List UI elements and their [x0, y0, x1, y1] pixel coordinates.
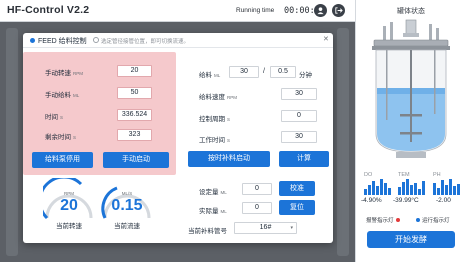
feed-amount-input[interactable]: 30 — [229, 66, 259, 78]
calculate-button[interactable]: 计算 — [279, 151, 329, 167]
feed-separator: / — [263, 68, 265, 75]
work-time-input[interactable]: 30 — [281, 131, 317, 143]
alarm-indicator-label: 报警指示灯 — [366, 218, 394, 224]
do-value: -4.90% — [361, 197, 382, 204]
speed-gauge-caption: 当前转速 — [56, 223, 82, 230]
app-header: HF-Control V2.2 Running time 00:00:00 — [0, 0, 355, 22]
current-pipe-value: 16# — [259, 224, 272, 231]
feed-pump-stop-button[interactable]: 给料泵停用 — [32, 152, 93, 168]
close-icon[interactable]: ✕ — [323, 36, 329, 43]
time-label: 时间 S — [45, 114, 64, 121]
remaining-time-label: 剩余时间 S — [45, 134, 77, 141]
manual-start-button[interactable]: 手动启动 — [103, 152, 169, 168]
setpoint-label: 设定量 ML — [199, 189, 227, 196]
feed-speed-input[interactable]: 30 — [281, 88, 317, 100]
tem-trend-bars — [398, 177, 425, 195]
manual-speed-input[interactable]: 20 — [117, 65, 152, 77]
feed-minutes-unit: 分钟 — [299, 72, 312, 79]
info-icon — [93, 37, 99, 43]
ph-trend-bars — [433, 177, 460, 195]
speed-gauge-unit: RPM — [64, 191, 74, 196]
manual-feed-label: 手动给料 ML — [45, 92, 80, 99]
setpoint-input[interactable]: 0 — [242, 183, 272, 195]
tem-value: -39.99°C — [393, 197, 419, 204]
manual-speed-label: 手动转速 RPM — [45, 70, 83, 77]
feed-speed-label: 给料速度 RPM — [199, 94, 237, 101]
time-value: 336.524 — [117, 109, 152, 121]
flow-gauge-value: 0.15 — [111, 197, 143, 214]
background-tile — [6, 28, 18, 256]
speed-gauge-value: 20 — [60, 197, 78, 214]
logout-icon[interactable] — [332, 4, 345, 17]
dialog-title: FEED 给料控制 — [38, 38, 87, 45]
flow-gauge-unit: ML/S — [121, 191, 133, 196]
background-tile — [337, 28, 349, 256]
actual-value: 0 — [242, 202, 272, 214]
flow-gauge-caption: 当前流速 — [114, 223, 140, 230]
dialog-hint: 选定管径接管位置，即可切换流速。 — [101, 39, 190, 45]
run-indicator-dot-icon — [416, 218, 420, 222]
run-indicator-label: 运行指示灯 — [422, 218, 450, 224]
feed-label: 给料 ML — [199, 72, 221, 79]
dialog-header: FEED 给料控制 选定管径接管位置，即可切换流速。 ✕ — [23, 33, 333, 48]
dialog-title-dot-icon — [30, 38, 35, 43]
control-period-label: 控制周期 S — [199, 116, 231, 123]
user-icon[interactable] — [314, 4, 327, 17]
alarm-indicator-dot-icon — [395, 218, 400, 222]
ph-value: -2.00 — [436, 197, 451, 204]
start-fermentation-button[interactable]: 开始发酵 — [367, 231, 455, 248]
run-indicator: 运行指示灯 — [416, 216, 450, 224]
chevron-down-icon: ▾ — [290, 225, 293, 231]
feed-control-dialog: FEED 给料控制 选定管径接管位置，即可切换流速。 ✕ 手动转速 RPM 20 … — [23, 33, 333, 243]
calibrate-button[interactable]: 校准 — [279, 181, 315, 196]
reset-button[interactable]: 复位 — [279, 200, 315, 215]
alarm-indicator: 报警指示灯 — [366, 216, 400, 224]
current-pipe-label: 当前补料管号 — [188, 228, 227, 235]
work-time-label: 工作时间 S — [199, 137, 231, 144]
running-time-label: Running time — [236, 7, 275, 14]
manual-feed-panel: 手动转速 RPM 20 手动给料 ML 50 时间 S 336.524 剩余时间 S 3… — [23, 52, 176, 175]
remaining-time-value: 323 — [117, 129, 152, 141]
control-period-input[interactable]: 0 — [281, 110, 317, 122]
tank-status-title: 罐体状态 — [397, 8, 425, 15]
current-pipe-select[interactable]: 16# ▾ — [234, 222, 297, 234]
feed-minutes-input[interactable]: 0.5 — [270, 66, 296, 78]
actual-label: 实际量 ML — [199, 208, 227, 215]
app-title: HF-Control V2.2 — [7, 4, 90, 16]
tank-status-panel: 罐体状态 DO -4.90% TEM -39.99°C PH -2.00 报警指… — [355, 0, 465, 262]
manual-feed-input[interactable]: 50 — [117, 87, 152, 99]
timed-feed-start-button[interactable]: 按时补料启动 — [188, 151, 270, 167]
fermenter-tank-illustration — [372, 19, 450, 158]
do-trend-bars — [364, 177, 391, 195]
